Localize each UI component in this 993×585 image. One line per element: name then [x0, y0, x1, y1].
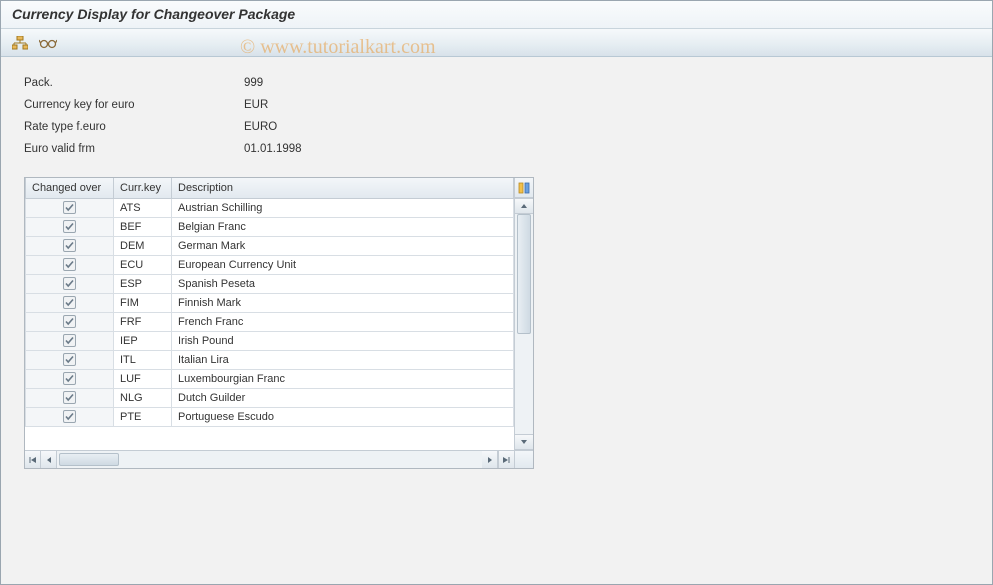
cell-description[interactable]: French Franc: [172, 312, 514, 331]
checkbox-icon[interactable]: [63, 296, 76, 309]
cell-description[interactable]: Austrian Schilling: [172, 198, 514, 217]
checkbox-icon[interactable]: [63, 239, 76, 252]
cell-changed[interactable]: [26, 198, 114, 217]
field-rate-type: Rate type f.euro EURO: [24, 121, 969, 133]
field-value: EURO: [244, 121, 444, 133]
cell-description[interactable]: Spanish Peseta: [172, 274, 514, 293]
vertical-scrollbar[interactable]: [515, 198, 533, 450]
cell-changed[interactable]: [26, 331, 114, 350]
table-row[interactable]: FRFFrench Franc: [26, 312, 514, 331]
toolbar: [0, 29, 993, 57]
cell-currkey[interactable]: NLG: [114, 388, 172, 407]
field-pack: Pack. 999: [24, 77, 969, 89]
field-valid-from: Euro valid frm 01.01.1998: [24, 143, 969, 155]
cell-changed[interactable]: [26, 217, 114, 236]
checkbox-icon[interactable]: [63, 277, 76, 290]
checkbox-icon[interactable]: [63, 334, 76, 347]
field-value: 01.01.1998: [244, 143, 444, 155]
checkbox-icon[interactable]: [63, 391, 76, 404]
structure-icon[interactable]: [10, 34, 30, 52]
currency-table: Changed over Curr.key Description ATSAus…: [24, 177, 534, 469]
cell-currkey[interactable]: FIM: [114, 293, 172, 312]
title-bar: Currency Display for Changeover Package: [0, 0, 993, 29]
cell-currkey[interactable]: ATS: [114, 198, 172, 217]
scroll-corner: [514, 451, 533, 468]
cell-description[interactable]: Belgian Franc: [172, 217, 514, 236]
cell-description[interactable]: German Mark: [172, 236, 514, 255]
cell-description[interactable]: Finnish Mark: [172, 293, 514, 312]
checkbox-icon[interactable]: [63, 410, 76, 423]
table-row[interactable]: PTEPortuguese Escudo: [26, 407, 514, 426]
cell-changed[interactable]: [26, 407, 114, 426]
cell-currkey[interactable]: ESP: [114, 274, 172, 293]
cell-changed[interactable]: [26, 274, 114, 293]
cell-currkey[interactable]: ECU: [114, 255, 172, 274]
cell-changed[interactable]: [26, 312, 114, 331]
scroll-left-icon[interactable]: [41, 451, 57, 468]
hscroll-track[interactable]: [57, 451, 482, 468]
table-row[interactable]: ESPSpanish Peseta: [26, 274, 514, 293]
glasses-icon[interactable]: [38, 34, 58, 52]
scroll-up-icon[interactable]: [515, 198, 533, 214]
scroll-thumb[interactable]: [517, 214, 531, 334]
cell-changed[interactable]: [26, 369, 114, 388]
field-value: 999: [244, 77, 444, 89]
cell-currkey[interactable]: ITL: [114, 350, 172, 369]
table-row[interactable]: NLGDutch Guilder: [26, 388, 514, 407]
cell-changed[interactable]: [26, 255, 114, 274]
content-area: Pack. 999 Currency key for euro EUR Rate…: [0, 57, 993, 489]
field-label: Euro valid frm: [24, 143, 244, 155]
table-header-row: Changed over Curr.key Description: [26, 178, 514, 198]
page-title: Currency Display for Changeover Package: [12, 6, 295, 22]
table-row[interactable]: ATSAustrian Schilling: [26, 198, 514, 217]
checkbox-icon[interactable]: [63, 201, 76, 214]
scroll-down-icon[interactable]: [515, 434, 533, 450]
cell-description[interactable]: Irish Pound: [172, 331, 514, 350]
cell-currkey[interactable]: IEP: [114, 331, 172, 350]
cell-currkey[interactable]: BEF: [114, 217, 172, 236]
cell-changed[interactable]: [26, 236, 114, 255]
field-value: EUR: [244, 99, 444, 111]
cell-changed[interactable]: [26, 388, 114, 407]
cell-changed[interactable]: [26, 350, 114, 369]
checkbox-icon[interactable]: [63, 315, 76, 328]
cell-description[interactable]: Italian Lira: [172, 350, 514, 369]
checkbox-icon[interactable]: [63, 220, 76, 233]
table-right-strip: [514, 178, 533, 450]
field-label: Currency key for euro: [24, 99, 244, 111]
scroll-left-first-icon[interactable]: [25, 451, 41, 468]
table-row[interactable]: ITLItalian Lira: [26, 350, 514, 369]
hscroll-thumb[interactable]: [59, 453, 119, 466]
table-row[interactable]: LUFLuxembourgian Franc: [26, 369, 514, 388]
checkbox-icon[interactable]: [63, 258, 76, 271]
cell-currkey[interactable]: DEM: [114, 236, 172, 255]
checkbox-icon[interactable]: [63, 372, 76, 385]
col-header-key[interactable]: Curr.key: [114, 178, 172, 198]
field-label: Pack.: [24, 77, 244, 89]
table-row[interactable]: BEFBelgian Franc: [26, 217, 514, 236]
field-currency-key: Currency key for euro EUR: [24, 99, 969, 111]
cell-currkey[interactable]: PTE: [114, 407, 172, 426]
table-row[interactable]: FIMFinnish Mark: [26, 293, 514, 312]
col-header-desc[interactable]: Description: [172, 178, 514, 198]
table-row[interactable]: DEMGerman Mark: [26, 236, 514, 255]
cell-description[interactable]: Dutch Guilder: [172, 388, 514, 407]
col-header-changed[interactable]: Changed over: [26, 178, 114, 198]
cell-currkey[interactable]: LUF: [114, 369, 172, 388]
checkbox-icon[interactable]: [63, 353, 76, 366]
table-row[interactable]: ECUEuropean Currency Unit: [26, 255, 514, 274]
cell-description[interactable]: European Currency Unit: [172, 255, 514, 274]
horizontal-scrollbar[interactable]: [25, 450, 533, 468]
scroll-right-last-icon[interactable]: [498, 451, 514, 468]
table-config-button[interactable]: [515, 178, 533, 198]
cell-currkey[interactable]: FRF: [114, 312, 172, 331]
cell-changed[interactable]: [26, 293, 114, 312]
table-row[interactable]: IEPIrish Pound: [26, 331, 514, 350]
cell-description[interactable]: Luxembourgian Franc: [172, 369, 514, 388]
cell-description[interactable]: Portuguese Escudo: [172, 407, 514, 426]
field-label: Rate type f.euro: [24, 121, 244, 133]
scroll-right-icon[interactable]: [482, 451, 498, 468]
